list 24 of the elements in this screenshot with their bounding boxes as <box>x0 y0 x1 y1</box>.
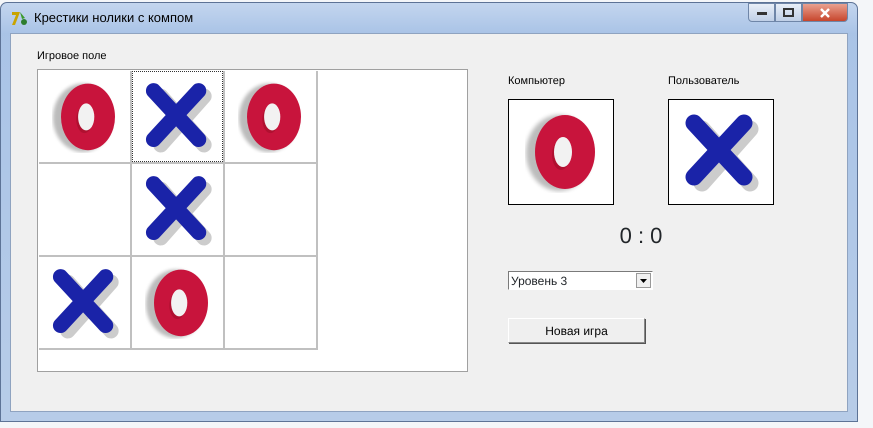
board-cell[interactable] <box>39 164 130 255</box>
board-cell[interactable] <box>225 164 316 255</box>
maximize-icon <box>783 8 794 17</box>
minimize-button[interactable] <box>748 3 775 22</box>
new-game-button[interactable]: Новая игра <box>508 318 645 343</box>
board-cell[interactable] <box>132 164 223 255</box>
minimize-icon <box>756 10 766 14</box>
maximize-button[interactable] <box>775 3 802 22</box>
close-button[interactable] <box>802 3 848 22</box>
app-icon <box>10 9 28 27</box>
player-label: Пользователь <box>668 75 740 87</box>
window-title: Крестики нолики с компом <box>34 9 194 28</box>
board-label: Игровое поле <box>37 50 107 62</box>
player-label: Компьютер <box>508 75 565 87</box>
board-cell[interactable] <box>39 257 130 348</box>
board-cell[interactable] <box>225 257 316 348</box>
level-dropdown[interactable]: Уровень 3 <box>508 271 653 290</box>
board-cell[interactable] <box>132 257 223 348</box>
board-cell[interactable] <box>225 71 316 162</box>
board-cell[interactable] <box>132 71 223 162</box>
close-icon <box>819 8 831 18</box>
score-text: 0 : 0 <box>620 223 662 249</box>
caret-icon[interactable] <box>636 273 651 288</box>
board-cell[interactable] <box>39 71 130 162</box>
